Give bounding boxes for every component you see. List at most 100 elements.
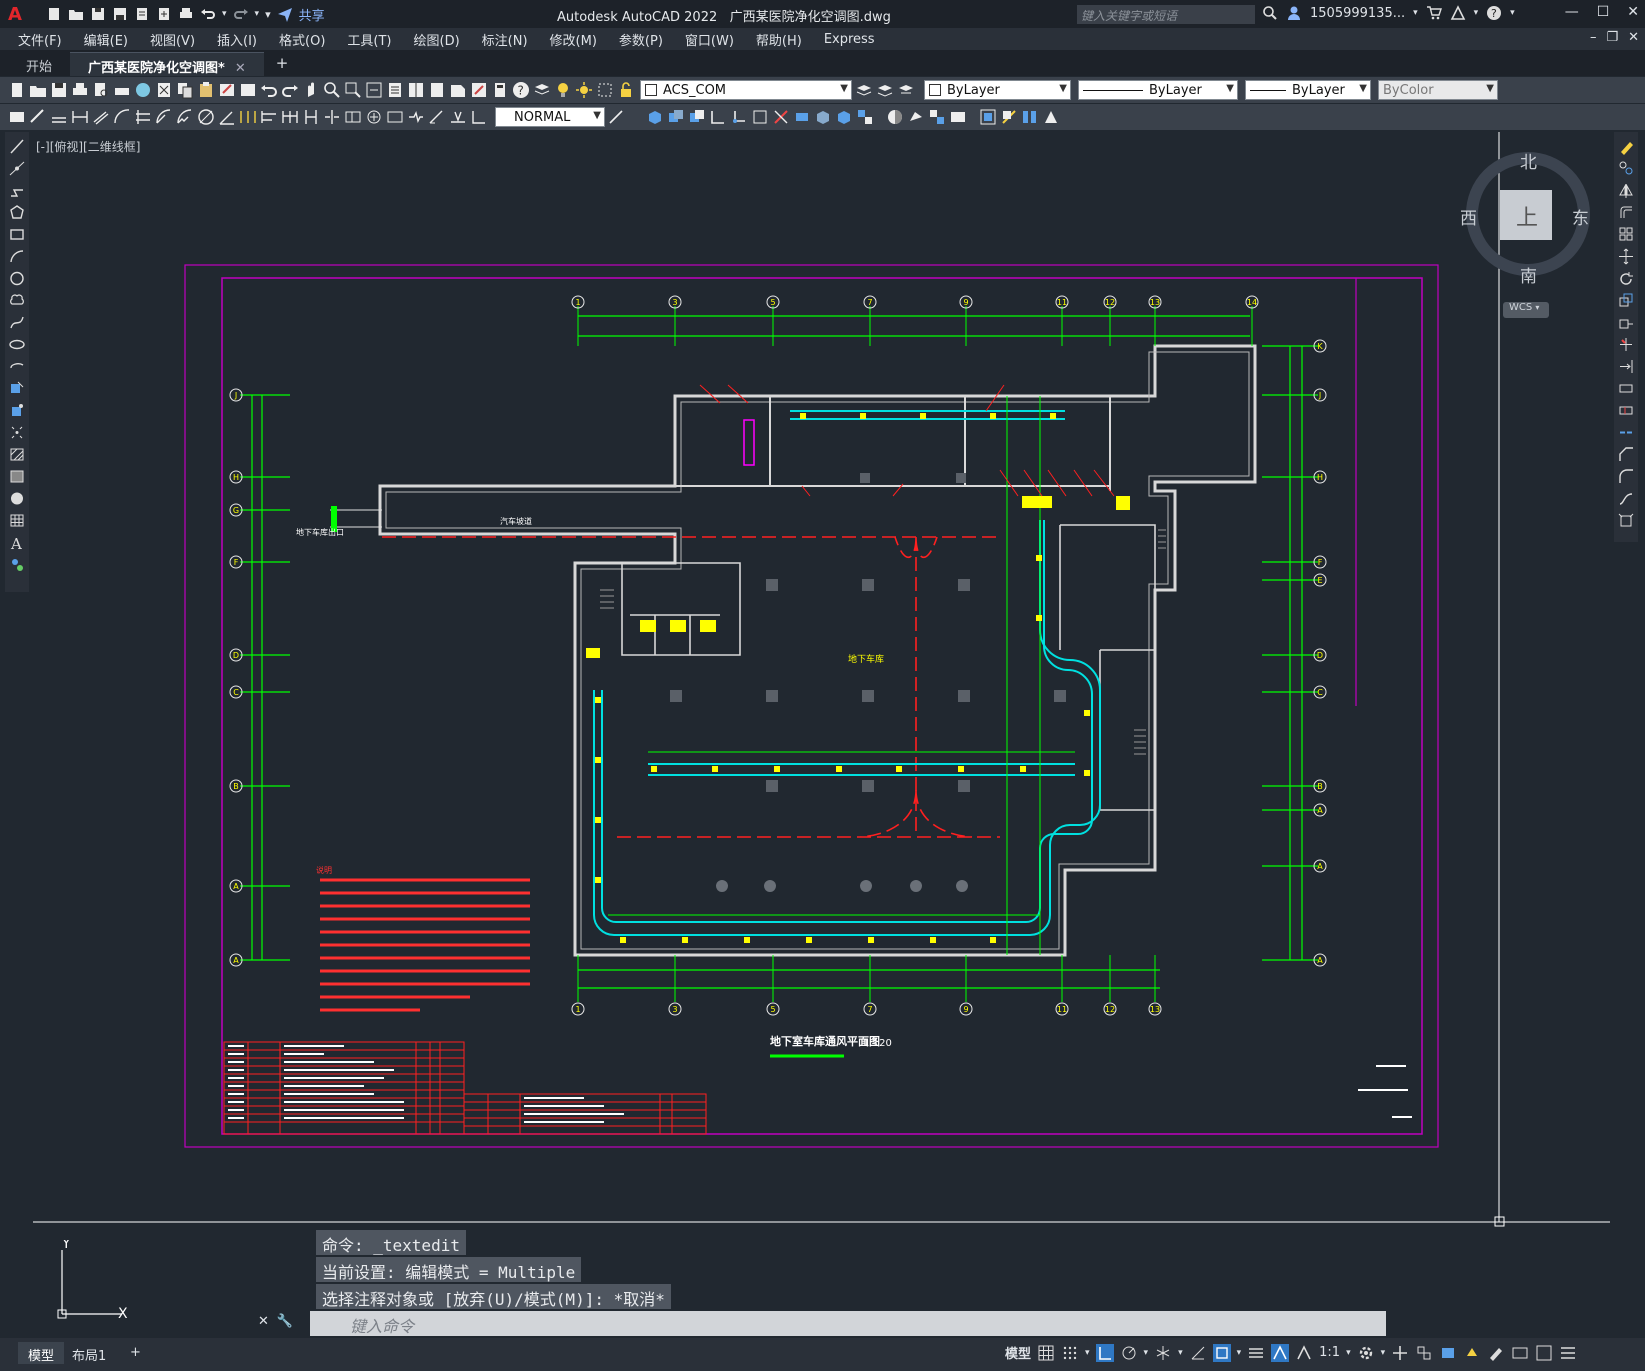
column-bottom-label: 1: [575, 1005, 580, 1014]
row-right-label: H: [1317, 473, 1323, 482]
command-history-line: 选择注释对象或 [放弃(U)/模式(M)]: *取消*: [316, 1284, 671, 1309]
viewport-controls[interactable]: [-][俯视][二维线框]: [36, 138, 140, 155]
ramp-edges: [330, 509, 382, 528]
inner-frame: [221, 277, 1423, 1135]
snap-dropdown-icon[interactable]: ▾: [1085, 1348, 1090, 1358]
polar-dropdown-icon[interactable]: ▾: [1144, 1348, 1149, 1358]
command-close-icon[interactable]: ✕: [258, 1314, 269, 1329]
quick-properties-icon[interactable]: [1439, 1344, 1457, 1362]
exhaust-duct-bottom: [617, 789, 1000, 838]
viewcube-north[interactable]: 北: [1520, 148, 1537, 173]
blend-curves-icon[interactable]: [1618, 490, 1634, 507]
title-block-text: [1358, 1065, 1412, 1118]
fillet-icon[interactable]: [1618, 468, 1634, 485]
copy-object-icon[interactable]: [1618, 160, 1634, 177]
lock-ui-icon[interactable]: [1463, 1344, 1481, 1362]
stretch-icon[interactable]: [1618, 314, 1634, 331]
workspace-gear-icon[interactable]: [1357, 1344, 1375, 1362]
chevron-down-icon: ▾: [1535, 303, 1540, 312]
break-icon[interactable]: [1618, 402, 1634, 419]
grid-icon[interactable]: [1037, 1344, 1055, 1362]
clean-screen-icon[interactable]: [1535, 1344, 1553, 1362]
annotation-scale[interactable]: 1:1: [1319, 1345, 1340, 1360]
supply-duct-loop-outer: [593, 520, 1101, 936]
column-top-label: 1: [575, 298, 580, 307]
scale-dropdown-icon[interactable]: ▾: [1346, 1348, 1351, 1358]
column-bottom-label: 12: [1105, 1005, 1115, 1014]
wcs-menu[interactable]: WCS ▾: [1503, 302, 1549, 318]
viewcube[interactable]: 北 南 东 西 上: [1458, 148, 1598, 288]
auto-scale-icon[interactable]: [1295, 1344, 1313, 1362]
row-left-label: C: [233, 688, 239, 697]
column-top-label: 5: [770, 298, 775, 307]
command-customize-icon[interactable]: 🔧: [277, 1314, 293, 1329]
column-top-label: 11: [1057, 298, 1067, 307]
workspace-dropdown-icon[interactable]: ▾: [1381, 1348, 1386, 1358]
column-top-label: 12: [1105, 298, 1115, 307]
mirror-icon[interactable]: [1618, 182, 1634, 199]
notes-title: 说明: [316, 865, 332, 875]
customization-menu-icon[interactable]: [1559, 1344, 1577, 1362]
row-left-label: F: [234, 558, 239, 567]
isodraft-icon[interactable]: [1154, 1344, 1172, 1362]
bottom-dimension-lines: [578, 969, 1160, 989]
viewcube-east[interactable]: 东: [1572, 204, 1589, 229]
supply-duct-top: [790, 410, 1065, 420]
command-history: 命令: _textedit 当前设置: 编辑模式 = Multiple 选择注释…: [316, 1230, 671, 1311]
chamfer-icon[interactable]: [1618, 446, 1634, 463]
viewcube-top-face[interactable]: 上: [1516, 200, 1538, 232]
break-at-point-icon[interactable]: [1618, 380, 1634, 397]
left-dimension-lines: [240, 394, 290, 961]
extend-icon[interactable]: [1618, 358, 1634, 375]
viewcube-west[interactable]: 西: [1460, 204, 1477, 229]
column-top-label: 9: [963, 298, 968, 307]
snap-icon[interactable]: [1061, 1344, 1079, 1362]
parking-round-columns: [716, 880, 968, 892]
viewcube-south[interactable]: 南: [1520, 262, 1537, 287]
rotate-icon[interactable]: [1618, 270, 1634, 287]
isodraft-dropdown-icon[interactable]: ▾: [1178, 1348, 1183, 1358]
object-snap-icon[interactable]: [1212, 1343, 1231, 1362]
annotation-visibility-icon[interactable]: [1271, 1343, 1290, 1362]
row-left-label: H: [233, 473, 239, 482]
equipment-table-text: [228, 1045, 624, 1123]
drawing-canvas[interactable]: 地下室车库通风平面图 1:120 地下车库 地下车库出口 汽车坡道 说明 135…: [0, 0, 1645, 1230]
offset-icon[interactable]: [1618, 204, 1634, 221]
inner-grid-lines: [1006, 396, 1041, 955]
column-top-label: 13: [1150, 298, 1160, 307]
new-layout-button[interactable]: +: [120, 1342, 151, 1364]
command-history-line: 当前设置: 编辑模式 = Multiple: [316, 1257, 582, 1282]
lineweight-icon[interactable]: [1247, 1344, 1265, 1362]
scale-icon[interactable]: [1618, 292, 1634, 309]
row-right-label: D: [1317, 651, 1323, 660]
command-input[interactable]: 键入命令: [310, 1311, 1386, 1336]
annotation-monitor-icon[interactable]: [1391, 1344, 1409, 1362]
status-toggles: 模型 ▾ ▾ ▾ ▾ 1:1 ▾ ▾: [1005, 1343, 1577, 1362]
graphics-performance-icon[interactable]: [1511, 1344, 1529, 1362]
join-icon[interactable]: [1618, 424, 1634, 441]
isolate-objects-icon[interactable]: [1487, 1344, 1505, 1362]
move-icon[interactable]: [1618, 248, 1634, 265]
row-left-label: A: [233, 956, 239, 965]
row-right-label: A: [1317, 806, 1323, 815]
ortho-icon[interactable]: [1095, 1343, 1114, 1362]
row-left-label: J: [234, 391, 237, 400]
polar-tracking-icon[interactable]: [1120, 1344, 1138, 1362]
row-left-label: A: [233, 882, 239, 891]
duct-dim-lines: [608, 751, 1075, 916]
row-left-label: G: [233, 506, 239, 515]
row-right-label: A: [1317, 956, 1323, 965]
model-space-button[interactable]: 模型: [1005, 1343, 1031, 1362]
array-icon[interactable]: [1618, 226, 1634, 243]
units-icon[interactable]: [1415, 1344, 1433, 1362]
row-right-label: K: [1317, 342, 1323, 351]
trim-icon[interactable]: [1618, 336, 1634, 353]
object-snap-tracking-icon[interactable]: [1189, 1344, 1207, 1362]
ramp-label: 汽车坡道: [500, 516, 532, 526]
layout-tab-layout1[interactable]: 布局1: [62, 1342, 116, 1364]
osnap-dropdown-icon[interactable]: ▾: [1237, 1348, 1242, 1358]
erase-icon[interactable]: [1618, 138, 1634, 155]
explode-icon[interactable]: [1618, 512, 1634, 529]
layout-tab-model[interactable]: 模型: [18, 1342, 65, 1364]
top-dimension-lines: [578, 315, 1250, 337]
